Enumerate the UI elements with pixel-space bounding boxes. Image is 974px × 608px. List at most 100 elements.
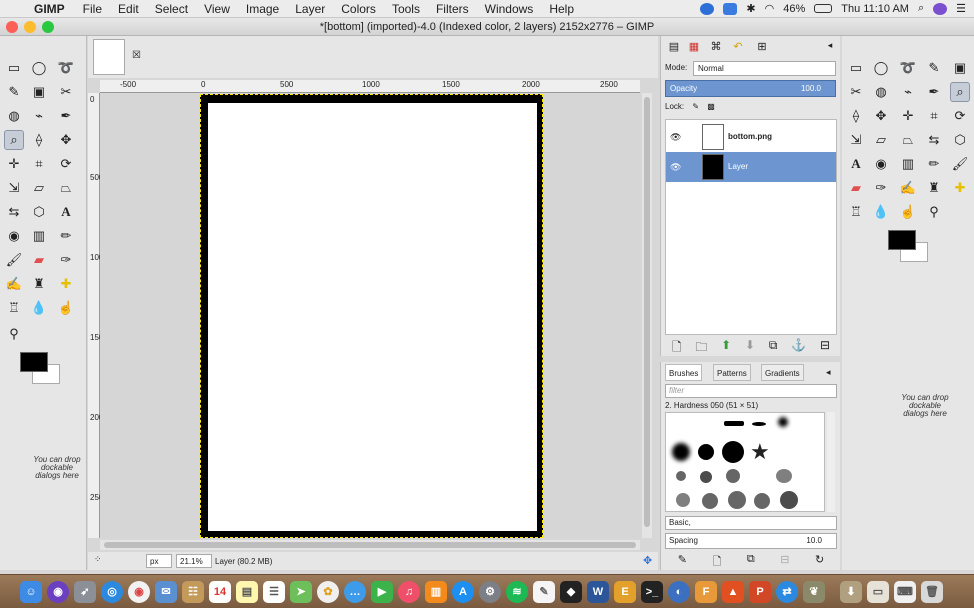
tool-options-tab-icon[interactable]: ⊞ [753,40,771,56]
foreground-select-icon[interactable]: ◍ [4,106,24,126]
siri-icon[interactable]: ◉ [47,580,69,603]
bucket-fill-icon[interactable]: ◉ [4,226,24,246]
brush-swatch[interactable] [676,493,690,507]
calendar-icon[interactable]: 14 [209,580,231,603]
safari-icon[interactable]: ◎ [101,580,123,603]
align-icon[interactable]: ✛ [4,154,24,174]
vertical-scrollbar[interactable] [642,93,652,538]
cage-icon[interactable]: ⬡ [29,202,49,222]
lower-layer-icon[interactable]: ⬇ [745,338,755,354]
menu-colors[interactable]: Colors [333,2,384,16]
brush-grid[interactable]: ★ [665,412,825,512]
battery-icon[interactable] [814,4,833,13]
crop-icon[interactable]: ⌗ [29,154,49,174]
cage-icon[interactable]: ⬡ [950,130,970,150]
opacity-value[interactable]: 100.0 [801,84,821,93]
bluetooth-icon[interactable]: ✱ [746,2,755,15]
spotlight-icon[interactable]: ⌕ [918,2,924,15]
brush-swatch[interactable] [754,493,770,509]
ibooks-icon[interactable]: ▥ [425,580,447,603]
zoom-selector[interactable]: 21.1% [176,554,212,568]
ink-icon[interactable]: ✍ [898,178,918,198]
menu-select[interactable]: Select [147,2,196,16]
duplicate-brush-icon[interactable]: ⧉ [747,553,755,567]
paths-tab-icon[interactable]: ⌘ [707,40,725,56]
brush-swatch[interactable] [700,471,712,483]
menu-filters[interactable]: Filters [428,2,477,16]
wifi-icon[interactable]: ◠ [765,2,775,15]
dock-menu-icon[interactable]: ◂ [826,367,831,378]
cloud-icon[interactable] [700,2,715,15]
color-picker-icon[interactable]: ✒ [924,82,944,102]
notification-center-icon[interactable]: ☰ [956,2,966,15]
crop-icon[interactable]: ⌗ [924,106,944,126]
channels-tab-icon[interactable]: ▦ [685,40,703,56]
rotate-icon[interactable]: ⟳ [950,106,970,126]
ellipse-select-icon[interactable]: ◯ [29,58,49,78]
clone-icon[interactable]: ♜ [924,178,944,198]
layer-name[interactable]: bottom.png [728,132,772,141]
scroll-thumb[interactable] [644,97,650,527]
brush-swatch[interactable] [726,469,740,483]
flip-icon[interactable]: ⇆ [4,202,24,222]
zoom-tool-icon[interactable]: ⌕ [4,130,24,150]
brush-swatch[interactable] [780,491,798,509]
facetime-icon[interactable]: ▶ [371,580,393,603]
tab-brushes[interactable]: Brushes [665,364,703,381]
fuzzy-select-icon[interactable]: ✎ [4,82,24,102]
menu-edit[interactable]: Edit [110,2,147,16]
app-menu[interactable]: GIMP [30,2,75,16]
rect-select-icon[interactable]: ▭ [846,58,866,78]
bucket-fill-icon[interactable]: ◉ [871,154,891,174]
shear-icon[interactable]: ▱ [29,178,49,198]
perspective-icon[interactable]: ⏢ [898,130,918,150]
lasso-icon[interactable]: ➰ [56,58,76,78]
textedit-icon[interactable]: ✎ [533,580,555,603]
flip-icon[interactable]: ⇆ [924,130,944,150]
spacing-slider[interactable]: Spacing 10.0 [665,533,837,549]
minimize-window-button[interactable] [24,21,36,33]
menu-file[interactable]: File [75,2,110,16]
tab-patterns[interactable]: Patterns [713,364,751,381]
edit-brush-icon[interactable]: ✎ [678,553,687,567]
measure-icon[interactable]: ⟠ [29,130,49,150]
blur-icon[interactable]: 💧 [871,202,891,222]
chrome-icon[interactable]: ◉ [128,580,150,603]
scale-icon[interactable]: ⇲ [4,178,24,198]
layers-tab-icon[interactable]: ▤ [665,40,683,56]
menu-tools[interactable]: Tools [384,2,428,16]
close-tab-icon[interactable]: ☒ [132,50,141,61]
image-tab-thumbnail[interactable] [93,39,125,75]
system-preferences-icon[interactable]: ⚙ [479,580,501,603]
rect-select-icon[interactable]: ▭ [4,58,24,78]
horizontal-scrollbar[interactable] [100,540,640,550]
siri-icon[interactable] [933,2,948,15]
blend-icon[interactable]: ▥ [898,154,918,174]
brush-swatch[interactable] [724,421,744,426]
app-store-icon[interactable]: A [452,580,474,603]
foreground-select-icon[interactable]: ◍ [871,82,891,102]
smudge-icon[interactable]: ☝ [56,298,76,318]
raise-layer-icon[interactable]: ⬆ [721,338,731,354]
reminders-icon[interactable]: ☰ [263,580,285,603]
undo-history-tab-icon[interactable]: ↶ [729,40,747,56]
image-canvas[interactable] [200,94,543,538]
tab-gradients[interactable]: Gradients [761,364,804,381]
menu-layer[interactable]: Layer [287,2,333,16]
ellipse-select-icon[interactable]: ◯ [871,58,891,78]
teamviewer-icon[interactable]: ⇄ [776,580,798,603]
smudge-icon[interactable]: ☝ [898,202,918,222]
app-f-icon[interactable]: F [695,580,717,603]
keyboard-viewer-icon[interactable]: ⌨ [894,580,916,603]
zoom-window-button[interactable] [42,21,54,33]
menu-image[interactable]: Image [238,2,287,16]
new-layer-group-icon[interactable]: 🗀 [695,338,707,354]
inkscape-icon[interactable]: ◆ [560,580,582,603]
new-brush-icon[interactable]: 🗋 [712,553,721,568]
mode-select[interactable]: Normal [693,61,836,76]
lock-pixels-icon[interactable]: ✎ [692,102,699,111]
shear-icon[interactable]: ▱ [871,130,891,150]
move-icon[interactable]: ✥ [871,106,891,126]
align-icon[interactable]: ✛ [898,106,918,126]
brush-swatch[interactable] [752,422,766,426]
